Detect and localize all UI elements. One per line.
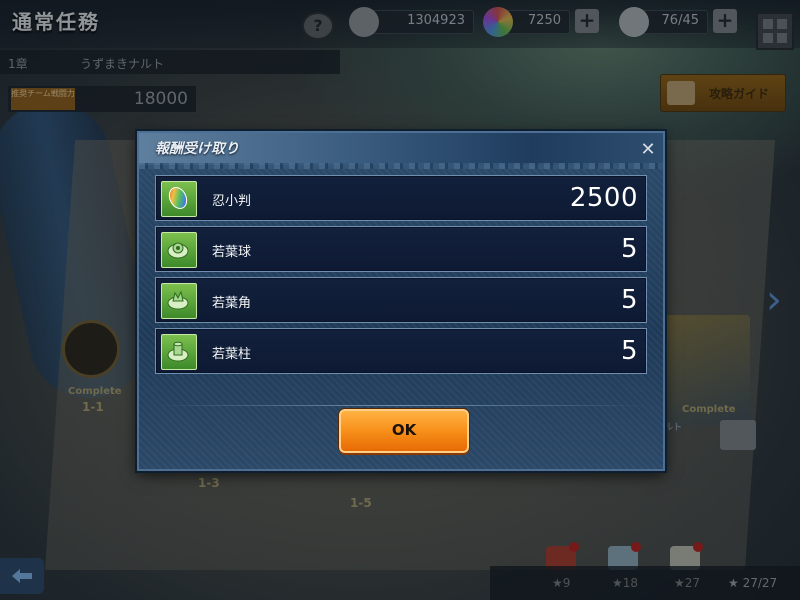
reward-name: 若葉球 xyxy=(212,245,252,260)
reward-row: 若葉柱 5 xyxy=(155,328,647,374)
reward-row: 若葉角 5 xyxy=(155,277,647,323)
reward-name: 若葉柱 xyxy=(212,347,252,362)
reward-row: 忍小判 2500 xyxy=(155,175,647,221)
reward-name: 忍小判 xyxy=(212,194,252,209)
dialog-header: 報酬受け取り ✕ xyxy=(139,133,663,169)
ninja-koban-icon xyxy=(161,181,197,217)
reward-quantity: 5 xyxy=(620,285,638,315)
reward-quantity: 2500 xyxy=(569,183,638,213)
reward-row: 若葉球 5 xyxy=(155,226,647,272)
reward-list: 忍小判 2500 若葉球 5 若葉角 5 若葉柱 5 xyxy=(155,175,647,379)
reward-name: 若葉角 xyxy=(212,296,252,311)
ok-button[interactable]: OK xyxy=(339,409,469,453)
reward-dialog: 報酬受け取り ✕ 忍小判 2500 若葉球 5 若葉角 5 若葉柱 5 OK xyxy=(137,131,665,471)
reward-quantity: 5 xyxy=(620,336,638,366)
wakaba-horn-icon xyxy=(161,283,197,319)
reward-quantity: 5 xyxy=(620,234,638,264)
close-icon[interactable]: ✕ xyxy=(639,141,657,159)
dialog-title: 報酬受け取り xyxy=(155,141,239,157)
divider xyxy=(155,405,647,406)
wakaba-pillar-icon xyxy=(161,334,197,370)
wakaba-sphere-icon xyxy=(161,232,197,268)
